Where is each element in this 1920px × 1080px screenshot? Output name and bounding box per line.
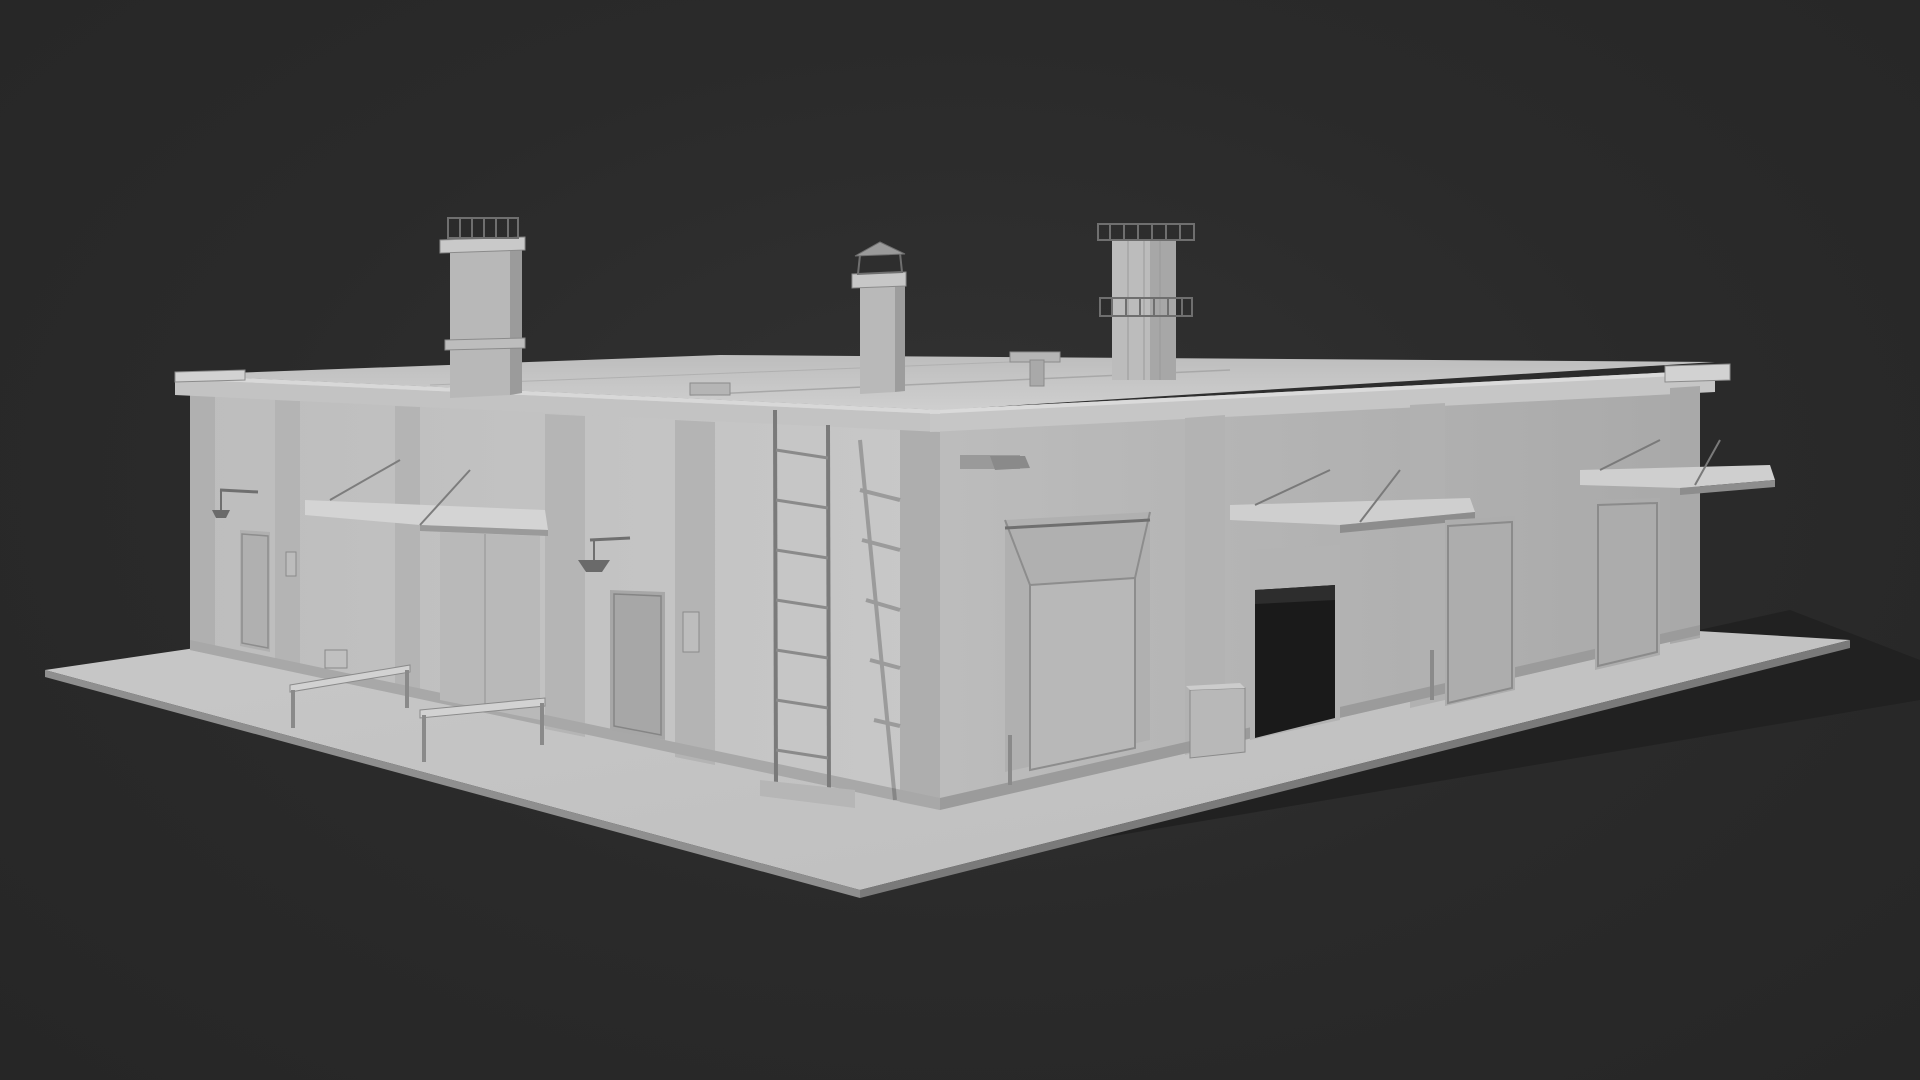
wall-sign-2 xyxy=(682,611,700,653)
roof-vent-1 xyxy=(689,382,731,396)
render-viewport xyxy=(0,0,1920,1080)
chimney-3 xyxy=(1097,223,1195,380)
chimney-2 xyxy=(851,241,907,394)
roof-vent-3 xyxy=(1029,359,1045,387)
chimney-1 xyxy=(439,217,526,398)
front-roll-door-3 xyxy=(1595,498,1660,670)
industrial-building-render xyxy=(45,217,1920,898)
front-roll-door-1 xyxy=(1004,511,1151,772)
corner-cap-right xyxy=(1664,363,1731,383)
wall-sign-1 xyxy=(285,551,297,577)
security-camera xyxy=(960,455,1030,470)
corner-cap-left xyxy=(174,369,246,383)
left-door-1 xyxy=(240,530,270,652)
electrical-box xyxy=(1186,683,1246,759)
front-open-bay xyxy=(1250,545,1340,740)
left-door-2 xyxy=(610,590,665,740)
front-roll-door-2 xyxy=(1445,516,1515,706)
left-roll-door xyxy=(440,532,540,720)
